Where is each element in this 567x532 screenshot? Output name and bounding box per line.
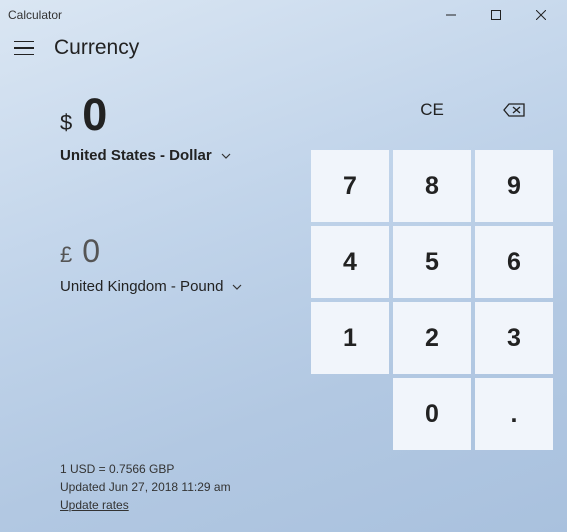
rate-info: 1 USD = 0.7566 GBP Updated Jun 27, 2018 … [60,460,231,514]
key-6[interactable]: 6 [475,226,553,298]
to-currency-select[interactable]: United Kingdom - Pound [60,278,243,295]
update-rates-link[interactable]: Update rates [60,496,129,514]
from-block: $ 0 United States - Dollar [60,92,297,165]
from-symbol: $ [60,110,72,136]
key-7[interactable]: 7 [311,150,389,222]
clear-entry-button[interactable]: CE [393,74,471,146]
window-title: Calculator [8,8,428,22]
key-8[interactable]: 8 [393,150,471,222]
mode-title: Currency [54,36,139,60]
from-currency-label: United States - Dollar [60,147,212,164]
key-4[interactable]: 4 [311,226,389,298]
key-2[interactable]: 2 [393,302,471,374]
rate-text: 1 USD = 0.7566 GBP [60,460,231,478]
close-button[interactable] [518,1,563,29]
conversion-pane: $ 0 United States - Dollar £ 0 United Ki… [0,70,309,532]
chevron-down-icon [231,281,243,293]
key-5[interactable]: 5 [393,226,471,298]
main: $ 0 United States - Dollar £ 0 United Ki… [0,70,567,532]
backspace-button[interactable] [475,74,553,146]
key-0[interactable]: 0 [393,378,471,450]
backspace-icon [503,103,525,117]
titlebar: Calculator [0,0,567,30]
minimize-button[interactable] [428,1,473,29]
maximize-button[interactable] [473,1,518,29]
to-symbol: £ [60,242,72,268]
to-value[interactable]: 0 [82,235,100,267]
key-1[interactable]: 1 [311,302,389,374]
to-currency-label: United Kingdom - Pound [60,278,223,295]
keypad-spacer [311,74,389,146]
key-9[interactable]: 9 [475,150,553,222]
from-currency-select[interactable]: United States - Dollar [60,147,232,164]
from-value[interactable]: 0 [82,92,107,137]
menu-icon[interactable] [14,37,36,59]
chevron-down-icon [220,150,232,162]
header: Currency [0,30,567,60]
key-3[interactable]: 3 [475,302,553,374]
keypad: CE 7 8 9 4 5 6 1 2 3 0 . [309,70,567,532]
key-decimal[interactable]: . [475,378,553,450]
keypad-spacer [311,378,389,450]
rate-updated: Updated Jun 27, 2018 11:29 am [60,478,231,496]
to-block: £ 0 United Kingdom - Pound [60,235,297,296]
